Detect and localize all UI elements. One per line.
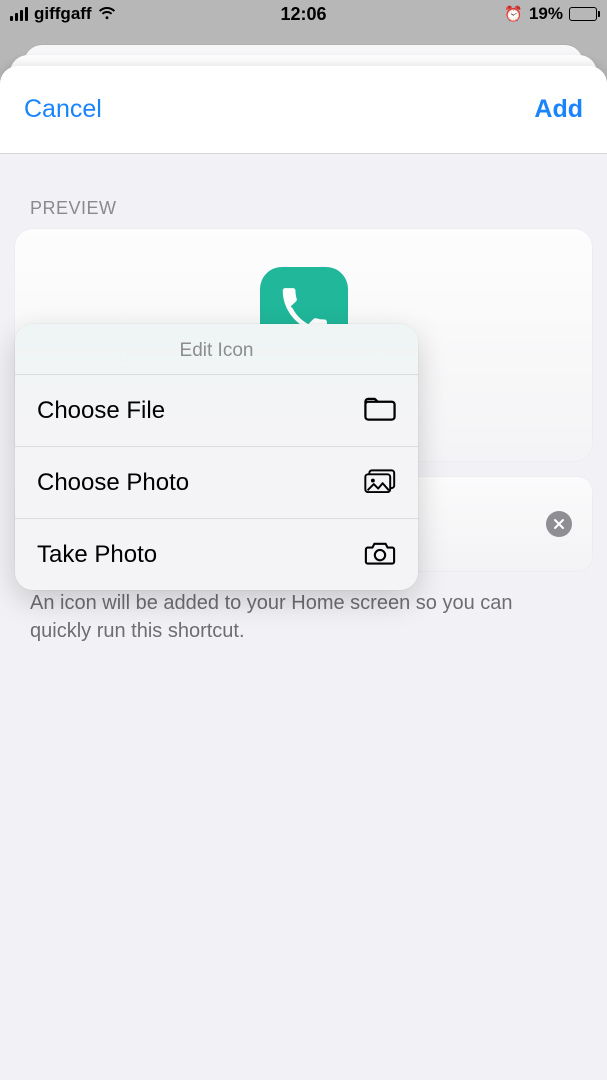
camera-icon [364, 541, 396, 569]
clear-name-button[interactable] [546, 511, 572, 537]
add-to-home-sheet: Cancel Add PREVIEW An icon will be added… [0, 66, 607, 1080]
folder-icon [364, 397, 396, 425]
take-photo-item[interactable]: Take Photo [15, 518, 418, 590]
edit-icon-title: Edit Icon [15, 324, 418, 374]
menu-item-label: Choose Photo [37, 469, 189, 497]
nav-bar: Cancel Add [0, 66, 607, 154]
choose-file-item[interactable]: Choose File [15, 374, 418, 446]
status-bar: giffgaff 12:06 ⏰ 19% [0, 0, 607, 28]
menu-item-label: Choose File [37, 397, 165, 425]
add-button[interactable]: Add [534, 95, 583, 124]
gallery-icon [364, 469, 396, 497]
cancel-button[interactable]: Cancel [24, 95, 102, 124]
edit-icon-menu: Edit Icon Choose File Choose Photo Take … [15, 324, 418, 590]
cell-signal-icon [10, 7, 28, 21]
carrier-label: giffgaff [34, 4, 92, 24]
alarm-icon: ⏰ [504, 5, 523, 23]
battery-icon [569, 7, 597, 21]
choose-photo-item[interactable]: Choose Photo [15, 446, 418, 518]
close-icon [553, 518, 565, 530]
wifi-icon [98, 7, 116, 21]
menu-item-label: Take Photo [37, 541, 157, 569]
battery-label: 19% [529, 4, 563, 24]
preview-label: PREVIEW [0, 154, 607, 229]
